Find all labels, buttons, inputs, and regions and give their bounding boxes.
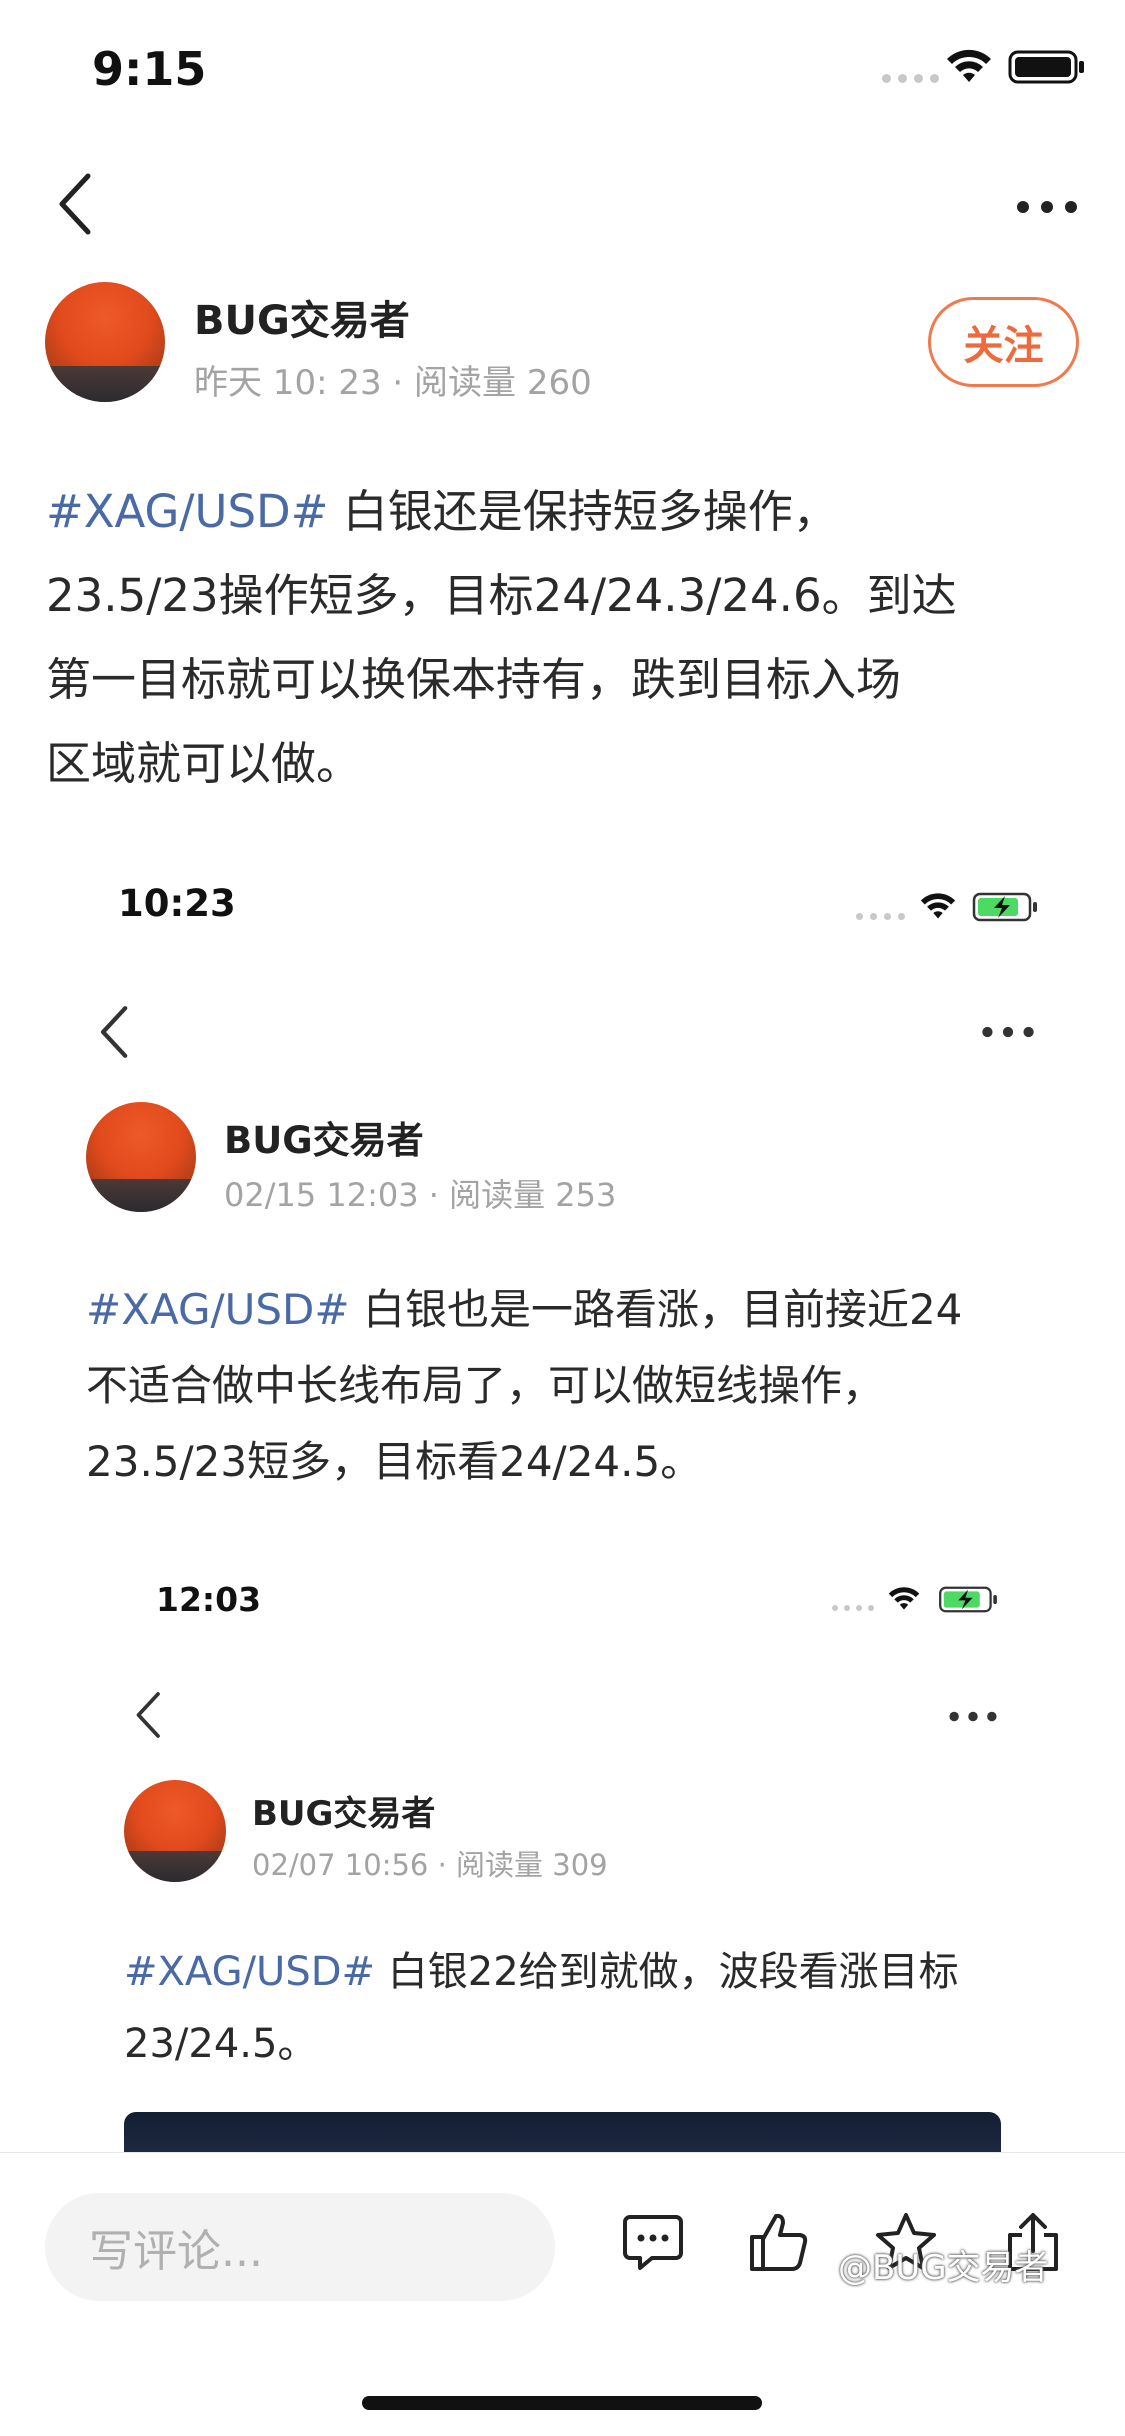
more-options-icon <box>982 1026 1034 1038</box>
wifi-icon <box>920 893 956 919</box>
post-body: #XAG/USD# 白银22给到就做，波段看涨目标 23/24.5。 <box>124 1936 959 2080</box>
post-image <box>124 2112 1001 2152</box>
author-name[interactable]: BUG交易者 <box>194 288 410 346</box>
cellular-signal-icon <box>856 913 905 920</box>
back-icon <box>136 1692 160 1738</box>
cellular-signal-icon <box>832 1605 874 1611</box>
post-meta: 02/07 10:56 · 阅读量 309 <box>252 1848 608 1882</box>
post-line: 不适合做中长线布局了，可以做短线操作， <box>86 1361 885 1410</box>
hashtag-link: #XAG/USD# <box>124 1949 376 1995</box>
post-line: 23.5/23操作短多，目标24/24.3/24.6。到达 <box>46 569 957 622</box>
battery-charging-icon <box>972 892 1037 922</box>
back-icon <box>100 1006 128 1058</box>
post-line: 区域就可以做。 <box>46 737 362 790</box>
follow-button[interactable]: 关注 <box>928 297 1079 387</box>
status-time: 12:03 <box>156 1580 262 1619</box>
battery-icon <box>1008 50 1084 84</box>
battery-charging-icon <box>939 1586 997 1613</box>
wifi-icon <box>888 1587 920 1610</box>
avatar <box>124 1780 226 1882</box>
post-line: #XAG/USD# 白银22给到就做，波段看涨目标 <box>124 1949 959 1995</box>
status-time: 9:15 <box>92 42 207 96</box>
author-name: BUG交易者 <box>224 1119 424 1162</box>
post-meta: 02/15 12:03 · 阅读量 253 <box>224 1176 617 1214</box>
post-line: #XAG/USD# 白银还是保持短多操作， <box>46 485 838 538</box>
hashtag-link[interactable]: #XAG/USD# <box>46 485 328 538</box>
more-options-icon[interactable] <box>1016 200 1078 214</box>
avatar[interactable] <box>45 282 165 402</box>
author-name: BUG交易者 <box>252 1794 436 1834</box>
avatar <box>86 1102 196 1212</box>
post-meta: 昨天 10: 23 · 阅读量 260 <box>194 363 592 403</box>
comment-icon[interactable] <box>622 2211 684 2273</box>
post-line: 23/24.5。 <box>124 2021 318 2067</box>
post-line: #XAG/USD# 白银也是一路看涨，目前接近24 <box>86 1285 963 1334</box>
watermark: @BUG交易者 <box>838 2248 1049 2288</box>
post-line: 第一目标就可以换保本持有，跌到目标入场 <box>46 653 902 706</box>
status-bar: 9:15 <box>0 0 1125 130</box>
more-options-icon <box>949 1711 997 1722</box>
comment-input[interactable]: 写评论... <box>45 2193 555 2301</box>
wifi-icon <box>947 49 991 82</box>
hashtag-link: #XAG/USD# <box>86 1285 350 1334</box>
status-time: 10:23 <box>118 882 236 925</box>
cellular-signal-icon <box>882 74 939 83</box>
post-line: 23.5/23短多，目标看24/24.5。 <box>86 1437 703 1486</box>
home-indicator <box>362 2396 762 2410</box>
post-body: #XAG/USD# 白银还是保持短多操作， 23.5/23操作短多，目标24/2… <box>46 470 957 806</box>
bottom-action-bar: 写评论... <box>0 2152 1125 2436</box>
post-body: #XAG/USD# 白银也是一路看涨，目前接近24 不适合做中长线布局了，可以做… <box>86 1272 962 1500</box>
nav-bar <box>0 160 1125 250</box>
like-icon[interactable] <box>748 2211 810 2273</box>
back-icon[interactable] <box>56 172 96 236</box>
